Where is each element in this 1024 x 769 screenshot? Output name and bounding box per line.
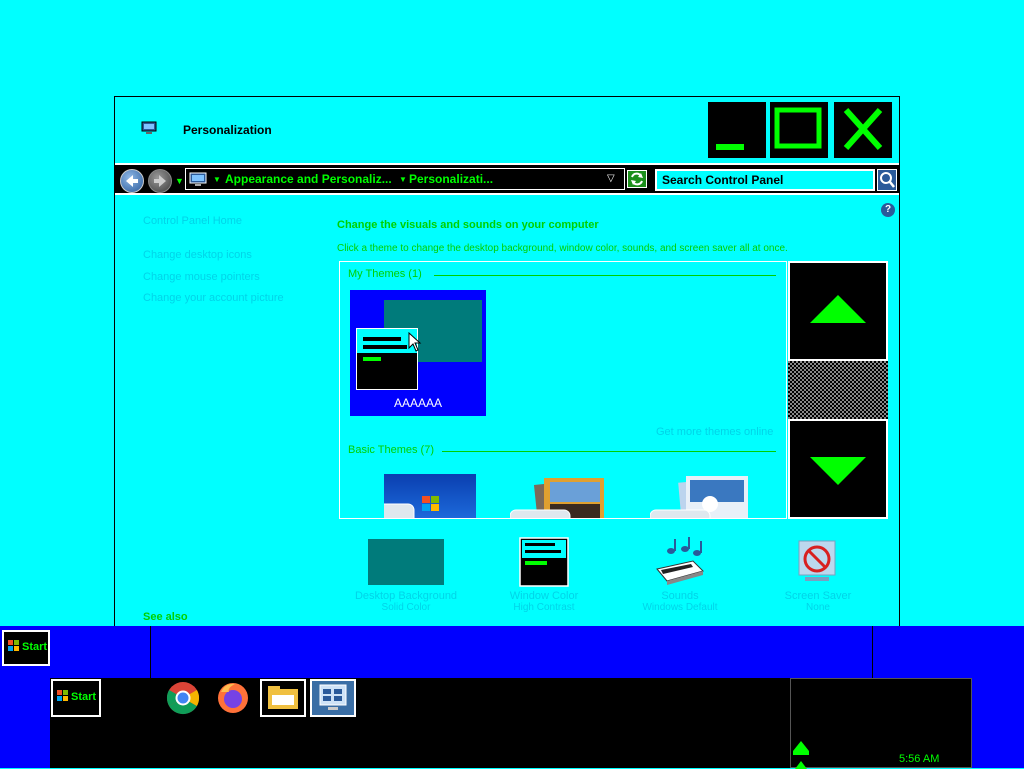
firefox-icon[interactable]	[215, 680, 251, 716]
start-label: Start	[71, 691, 97, 703]
breadcrumb-personalization[interactable]: Personalizati...	[409, 172, 493, 186]
start-label: Start	[22, 641, 48, 653]
personalization-window: Personalization ▼ ▼ Appearance and Perso…	[114, 96, 900, 636]
search-input[interactable]: Search Control Panel	[655, 169, 875, 191]
search-placeholder: Search Control Panel	[662, 173, 784, 187]
theme-name: AAAAAA	[393, 396, 443, 410]
sounds-value: Windows Default	[642, 602, 718, 613]
maximize-icon	[774, 107, 822, 149]
desktop-background-label: Desktop Background	[354, 590, 458, 602]
start-button[interactable]: Start	[51, 679, 101, 717]
desktop-background-value: Solid Color	[381, 602, 431, 613]
control-panel-home-link[interactable]: Control Panel Home	[143, 215, 242, 227]
arrow-down-icon	[810, 457, 866, 485]
themes-list: My Themes (1) AAAAAA Get more themes onl…	[339, 261, 787, 519]
control-panel-icon	[319, 684, 347, 710]
file-explorer-button[interactable]	[260, 679, 306, 717]
theme-tile-architecture[interactable]	[509, 474, 604, 518]
clock[interactable]: 5:56 AM	[899, 753, 939, 765]
refresh-icon	[631, 172, 643, 186]
photo-stack-icon	[509, 478, 604, 518]
address-dropdown[interactable]: ▽	[607, 173, 615, 184]
basic-themes-label: Basic Themes (7)	[348, 444, 434, 456]
refresh-button[interactable]	[627, 170, 647, 188]
theme-tile-windows7[interactable]	[353, 474, 476, 518]
breadcrumb-appearance[interactable]: Appearance and Personaliz...	[225, 172, 392, 186]
taskbar-divider	[150, 626, 151, 678]
window-color-value: High Contrast	[513, 602, 575, 613]
minimize-button[interactable]	[707, 101, 767, 159]
page-description: Click a theme to change the desktop back…	[337, 243, 788, 254]
chrome-icon[interactable]	[165, 680, 201, 716]
photo-stack-icon	[649, 476, 748, 518]
arrow-right-icon	[154, 175, 166, 187]
desktop-background-button[interactable]: Desktop Background Solid Color	[341, 537, 471, 613]
personalization-icon	[141, 121, 157, 134]
change-mouse-pointers-link[interactable]: Change mouse pointers	[143, 271, 260, 283]
maximize-button[interactable]	[769, 101, 829, 159]
folder-icon	[268, 686, 298, 709]
window-title: Personalization	[183, 123, 272, 137]
screen-saver-icon	[798, 540, 836, 581]
page-heading: Change the visuals and sounds on your co…	[337, 219, 599, 231]
theme-tile-landscapes[interactable]	[649, 474, 748, 518]
search-button[interactable]	[877, 169, 897, 191]
get-more-themes-link[interactable]: Get more themes online	[656, 426, 773, 438]
window-color-icon	[519, 537, 569, 587]
scroll-track[interactable]	[788, 361, 888, 419]
windows-logo-icon	[57, 690, 68, 701]
sounds-button[interactable]: Sounds Windows Default	[615, 537, 745, 613]
taskbar-divider	[872, 626, 873, 678]
control-panel-icon	[189, 172, 207, 186]
screen-saver-value: None	[806, 602, 830, 613]
taskbar-band	[50, 678, 790, 768]
minimize-icon	[716, 144, 744, 150]
see-also-heading: See also	[143, 611, 188, 623]
start-button[interactable]: Start	[2, 630, 50, 666]
screen-saver-button[interactable]: Screen Saver None	[753, 537, 883, 613]
close-button[interactable]	[833, 101, 893, 159]
desktop-background-icon	[368, 539, 444, 585]
help-icon[interactable]: ?	[881, 203, 895, 217]
control-panel-taskbar-button[interactable]	[310, 679, 356, 717]
window-color-label: Window Color	[509, 590, 579, 602]
sounds-label: Sounds	[661, 590, 699, 602]
system-tray: 5:56 AM	[790, 678, 972, 769]
change-desktop-icons-link[interactable]: Change desktop icons	[143, 249, 252, 261]
address-bar: ▼ ▼ Appearance and Personaliz... ▼ Perso…	[115, 163, 899, 195]
arrow-up-icon	[810, 295, 866, 323]
arrow-left-icon	[126, 175, 138, 187]
recent-pages-dropdown[interactable]: ▼	[175, 176, 184, 186]
divider	[434, 275, 776, 276]
back-button[interactable]	[120, 169, 144, 193]
title-bar[interactable]: Personalization	[115, 97, 899, 163]
mouse-cursor-icon	[408, 332, 422, 352]
divider	[442, 451, 776, 452]
breadcrumb-separator[interactable]: ▼	[213, 175, 221, 184]
my-themes-label: My Themes (1)	[348, 268, 422, 280]
theme-tile-aaaaaa[interactable]: AAAAAA	[350, 290, 486, 416]
scroll-down-button[interactable]	[788, 419, 888, 519]
search-icon	[880, 172, 895, 188]
breadcrumb-separator[interactable]: ▼	[399, 175, 407, 184]
show-hidden-icons-icon[interactable]	[791, 739, 811, 769]
windows-logo-icon	[353, 496, 439, 518]
close-icon	[843, 107, 883, 151]
taskbar-upper	[0, 626, 1024, 678]
forward-button[interactable]	[148, 169, 172, 193]
themes-scrollbar[interactable]	[788, 261, 888, 521]
change-account-picture-link[interactable]: Change your account picture	[143, 292, 284, 304]
scroll-up-button[interactable]	[788, 261, 888, 361]
screen-saver-label: Screen Saver	[784, 590, 852, 602]
sounds-icon	[656, 537, 704, 585]
window-color-button[interactable]: Window Color High Contrast	[479, 537, 609, 613]
windows-logo-icon	[8, 640, 19, 651]
